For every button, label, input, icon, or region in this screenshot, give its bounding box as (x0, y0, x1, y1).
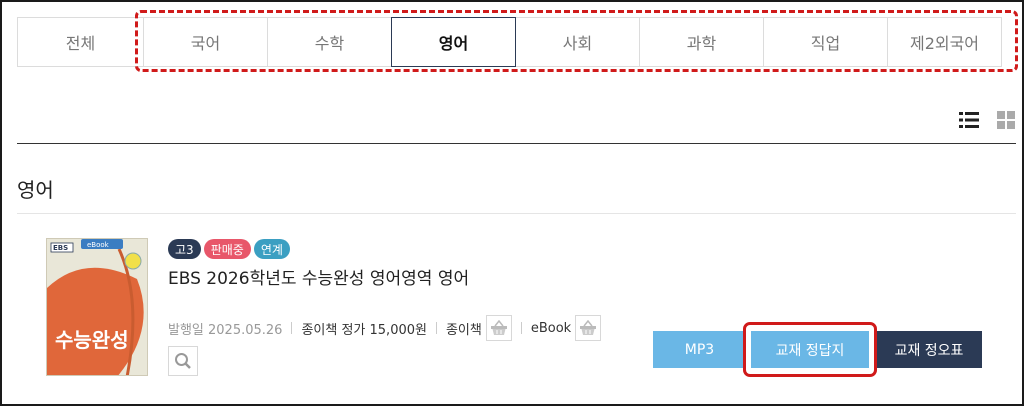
tab-second-language[interactable]: 제2외국어 (887, 17, 1002, 67)
preview-search-button[interactable] (168, 346, 198, 376)
tab-english[interactable]: 영어 (391, 17, 516, 67)
mp3-button[interactable]: MP3 (653, 331, 746, 368)
errata-button[interactable]: 교재 정오표 (876, 331, 982, 368)
grade-badge: 고3 (168, 239, 201, 259)
cover-ebook-tag: eBook (87, 241, 110, 249)
book-title[interactable]: EBS 2026학년도 수능완성 영어영역 영어 (168, 264, 469, 289)
paper-book-label: 종이책 (445, 322, 482, 338)
tab-math[interactable]: 수학 (267, 17, 392, 67)
cover-title-text: 수능완성 (55, 328, 129, 352)
meta-separator (291, 322, 293, 334)
publish-date: 발행일 2025.05.26 (168, 322, 283, 338)
ebook-label: eBook (530, 320, 572, 336)
meta-separator (520, 322, 522, 334)
tab-all[interactable]: 전체 (17, 17, 144, 67)
subject-tabs: 전체 국어 수학 영어 사회 과학 직업 제2외국어 (17, 17, 1002, 67)
tab-vocational[interactable]: 직업 (763, 17, 888, 67)
section-divider (17, 213, 1016, 214)
header-divider (17, 143, 1016, 144)
ebook-cart-icon[interactable] (575, 315, 602, 341)
meta-separator (435, 322, 437, 334)
tab-science[interactable]: 과학 (639, 17, 764, 67)
linked-badge: 연계 (253, 239, 290, 259)
paper-cart-icon[interactable] (485, 315, 512, 341)
view-toggle (959, 110, 1016, 130)
book-meta: 발행일 2025.05.26 종이책 정가 15,000원 종이책 eBook (168, 314, 602, 342)
grid-view-icon[interactable] (996, 110, 1016, 130)
on-sale-badge: 판매중 (203, 239, 251, 259)
price-text: 종이책 정가 15,000원 (301, 322, 427, 338)
search-icon (175, 353, 191, 369)
book-cover-image[interactable]: EBS eBook 수능완성 (46, 238, 148, 376)
list-view-icon[interactable] (959, 110, 979, 130)
tab-korean[interactable]: 국어 (143, 17, 268, 67)
tab-social[interactable]: 사회 (515, 17, 640, 67)
section-title: 영어 (17, 178, 54, 202)
answer-key-button[interactable]: 교재 정답지 (751, 331, 869, 368)
badge-group: 고3 판매중 연계 (168, 239, 290, 259)
cover-brand-text: EBS (53, 244, 68, 252)
